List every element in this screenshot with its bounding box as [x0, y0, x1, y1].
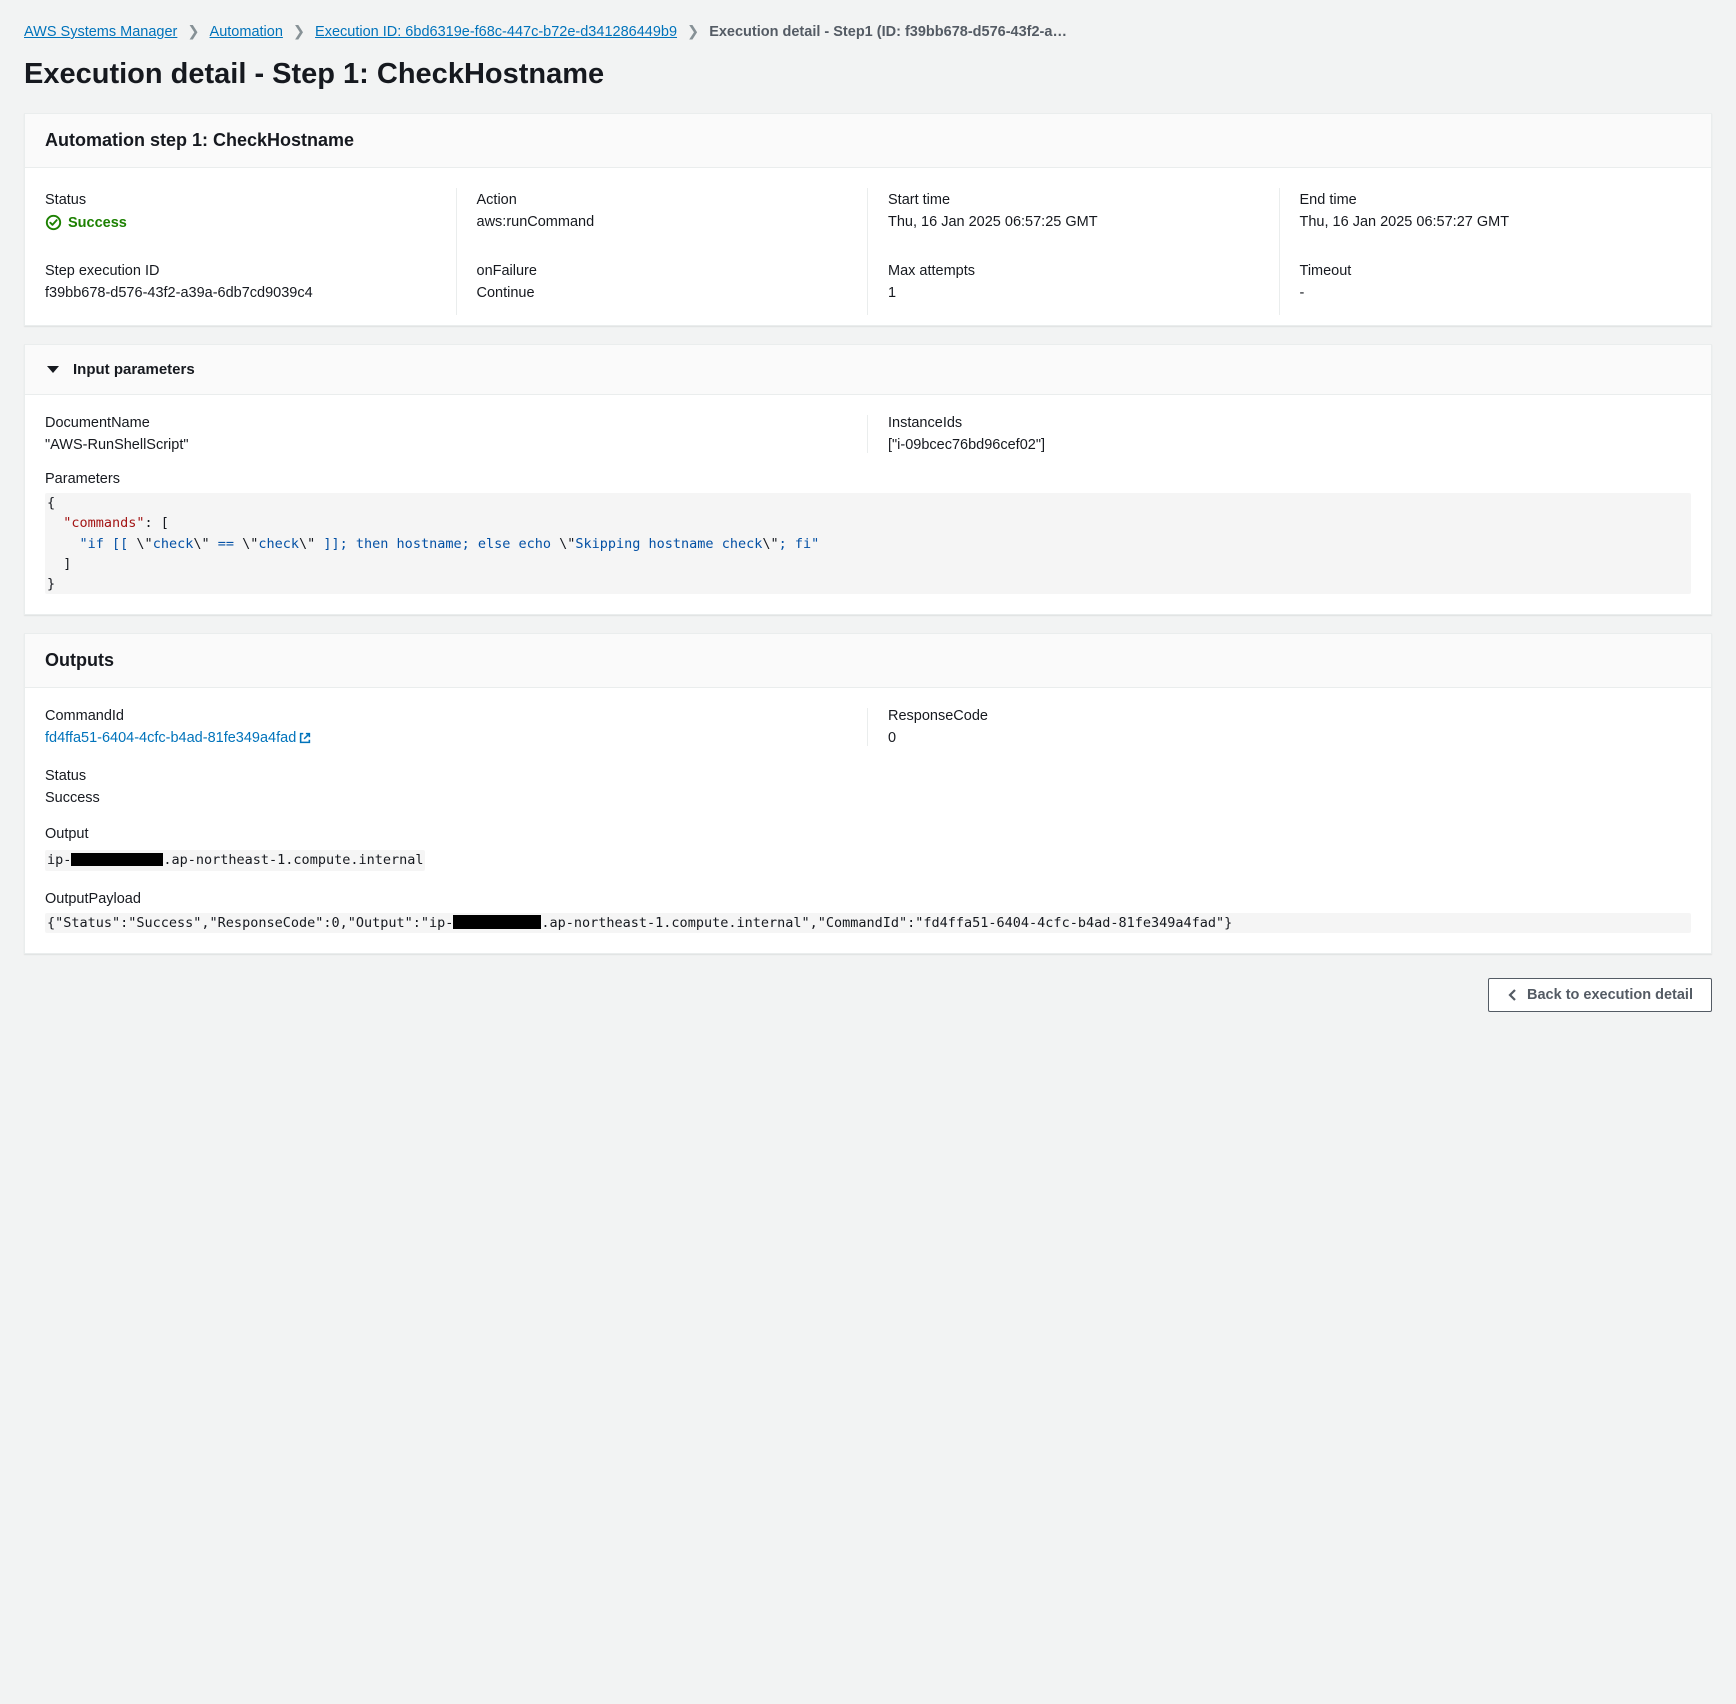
output-status-label: Status: [45, 768, 1691, 784]
input-parameters-title: Input parameters: [73, 361, 195, 378]
step-summary-panel: Automation step 1: CheckHostname Status …: [24, 113, 1712, 326]
documentname-label: DocumentName: [45, 415, 847, 431]
outputpayload-label: OutputPayload: [45, 891, 1691, 907]
step-summary-header: Automation step 1: CheckHostname: [25, 114, 1711, 168]
parameters-json: { "commands": [ "if [[ \"check\" == \"ch…: [45, 493, 1691, 594]
input-parameters-panel: Input parameters DocumentName "AWS-RunSh…: [24, 344, 1712, 615]
timeout-value: -: [1300, 285, 1672, 301]
action-value: aws:runCommand: [477, 214, 848, 230]
responsecode-label: ResponseCode: [888, 708, 1671, 724]
output-value: ip-.ap-northeast-1.compute.internal: [45, 850, 425, 870]
instanceids-label: InstanceIds: [888, 415, 1671, 431]
onfailure-label: onFailure: [477, 263, 848, 279]
timeout-label: Timeout: [1300, 263, 1672, 279]
status-value: Success: [68, 215, 127, 231]
action-label: Action: [477, 192, 848, 208]
breadcrumb-service[interactable]: AWS Systems Manager: [24, 24, 177, 40]
responsecode-value: 0: [888, 730, 1671, 746]
success-icon: [45, 214, 62, 231]
chevron-right-icon: ❯: [293, 24, 305, 40]
max-attempts-label: Max attempts: [888, 263, 1259, 279]
commandid-value: fd4ffa51-6404-4cfc-b4ad-81fe349a4fad: [45, 730, 296, 746]
breadcrumb-execution-id[interactable]: Execution ID: 6bd6319e-f68c-447c-b72e-d3…: [315, 24, 677, 40]
parameters-label: Parameters: [45, 471, 1691, 487]
status-label: Status: [45, 192, 436, 208]
max-attempts-value: 1: [888, 285, 1259, 301]
breadcrumb-current: Execution detail - Step1 (ID: f39bb678-d…: [709, 24, 1069, 40]
outputs-title: Outputs: [45, 650, 114, 670]
outputs-panel: Outputs CommandId fd4ffa51-6404-4cfc-b4a…: [24, 633, 1712, 954]
status-badge: Success: [45, 214, 127, 231]
chevron-left-icon: [1507, 989, 1519, 1001]
outputpayload-value: {"Status":"Success","ResponseCode":0,"Ou…: [45, 913, 1691, 933]
end-time-value: Thu, 16 Jan 2025 06:57:27 GMT: [1300, 214, 1672, 230]
end-time-label: End time: [1300, 192, 1672, 208]
chevron-right-icon: ❯: [687, 24, 699, 40]
page-title: Execution detail - Step 1: CheckHostname: [24, 58, 1712, 91]
output-label: Output: [45, 826, 1691, 842]
output-status-value: Success: [45, 790, 1691, 806]
onfailure-value: Continue: [477, 285, 848, 301]
instanceids-value: ["i-09bcec76bd96cef02"]: [888, 437, 1671, 453]
chevron-right-icon: ❯: [187, 24, 199, 40]
commandid-label: CommandId: [45, 708, 847, 724]
input-parameters-toggle[interactable]: Input parameters: [25, 345, 1711, 395]
back-button-label: Back to execution detail: [1527, 987, 1693, 1003]
commandid-link[interactable]: fd4ffa51-6404-4cfc-b4ad-81fe349a4fad: [45, 730, 312, 746]
caret-down-icon: [47, 366, 59, 373]
external-link-icon: [298, 731, 312, 745]
step-summary-title: Automation step 1: CheckHostname: [45, 130, 354, 150]
redacted-text: [71, 853, 163, 867]
back-button[interactable]: Back to execution detail: [1488, 978, 1712, 1012]
start-time-label: Start time: [888, 192, 1259, 208]
breadcrumb-automation[interactable]: Automation: [210, 24, 283, 40]
outputs-header: Outputs: [25, 634, 1711, 688]
start-time-value: Thu, 16 Jan 2025 06:57:25 GMT: [888, 214, 1259, 230]
breadcrumb: AWS Systems Manager ❯ Automation ❯ Execu…: [24, 16, 1712, 52]
redacted-text: [453, 915, 541, 929]
step-id-value: f39bb678-d576-43f2-a39a-6db7cd9039c4: [45, 285, 436, 301]
footer-actions: Back to execution detail: [24, 972, 1712, 1012]
documentname-value: "AWS-RunShellScript": [45, 437, 847, 453]
step-id-label: Step execution ID: [45, 263, 436, 279]
